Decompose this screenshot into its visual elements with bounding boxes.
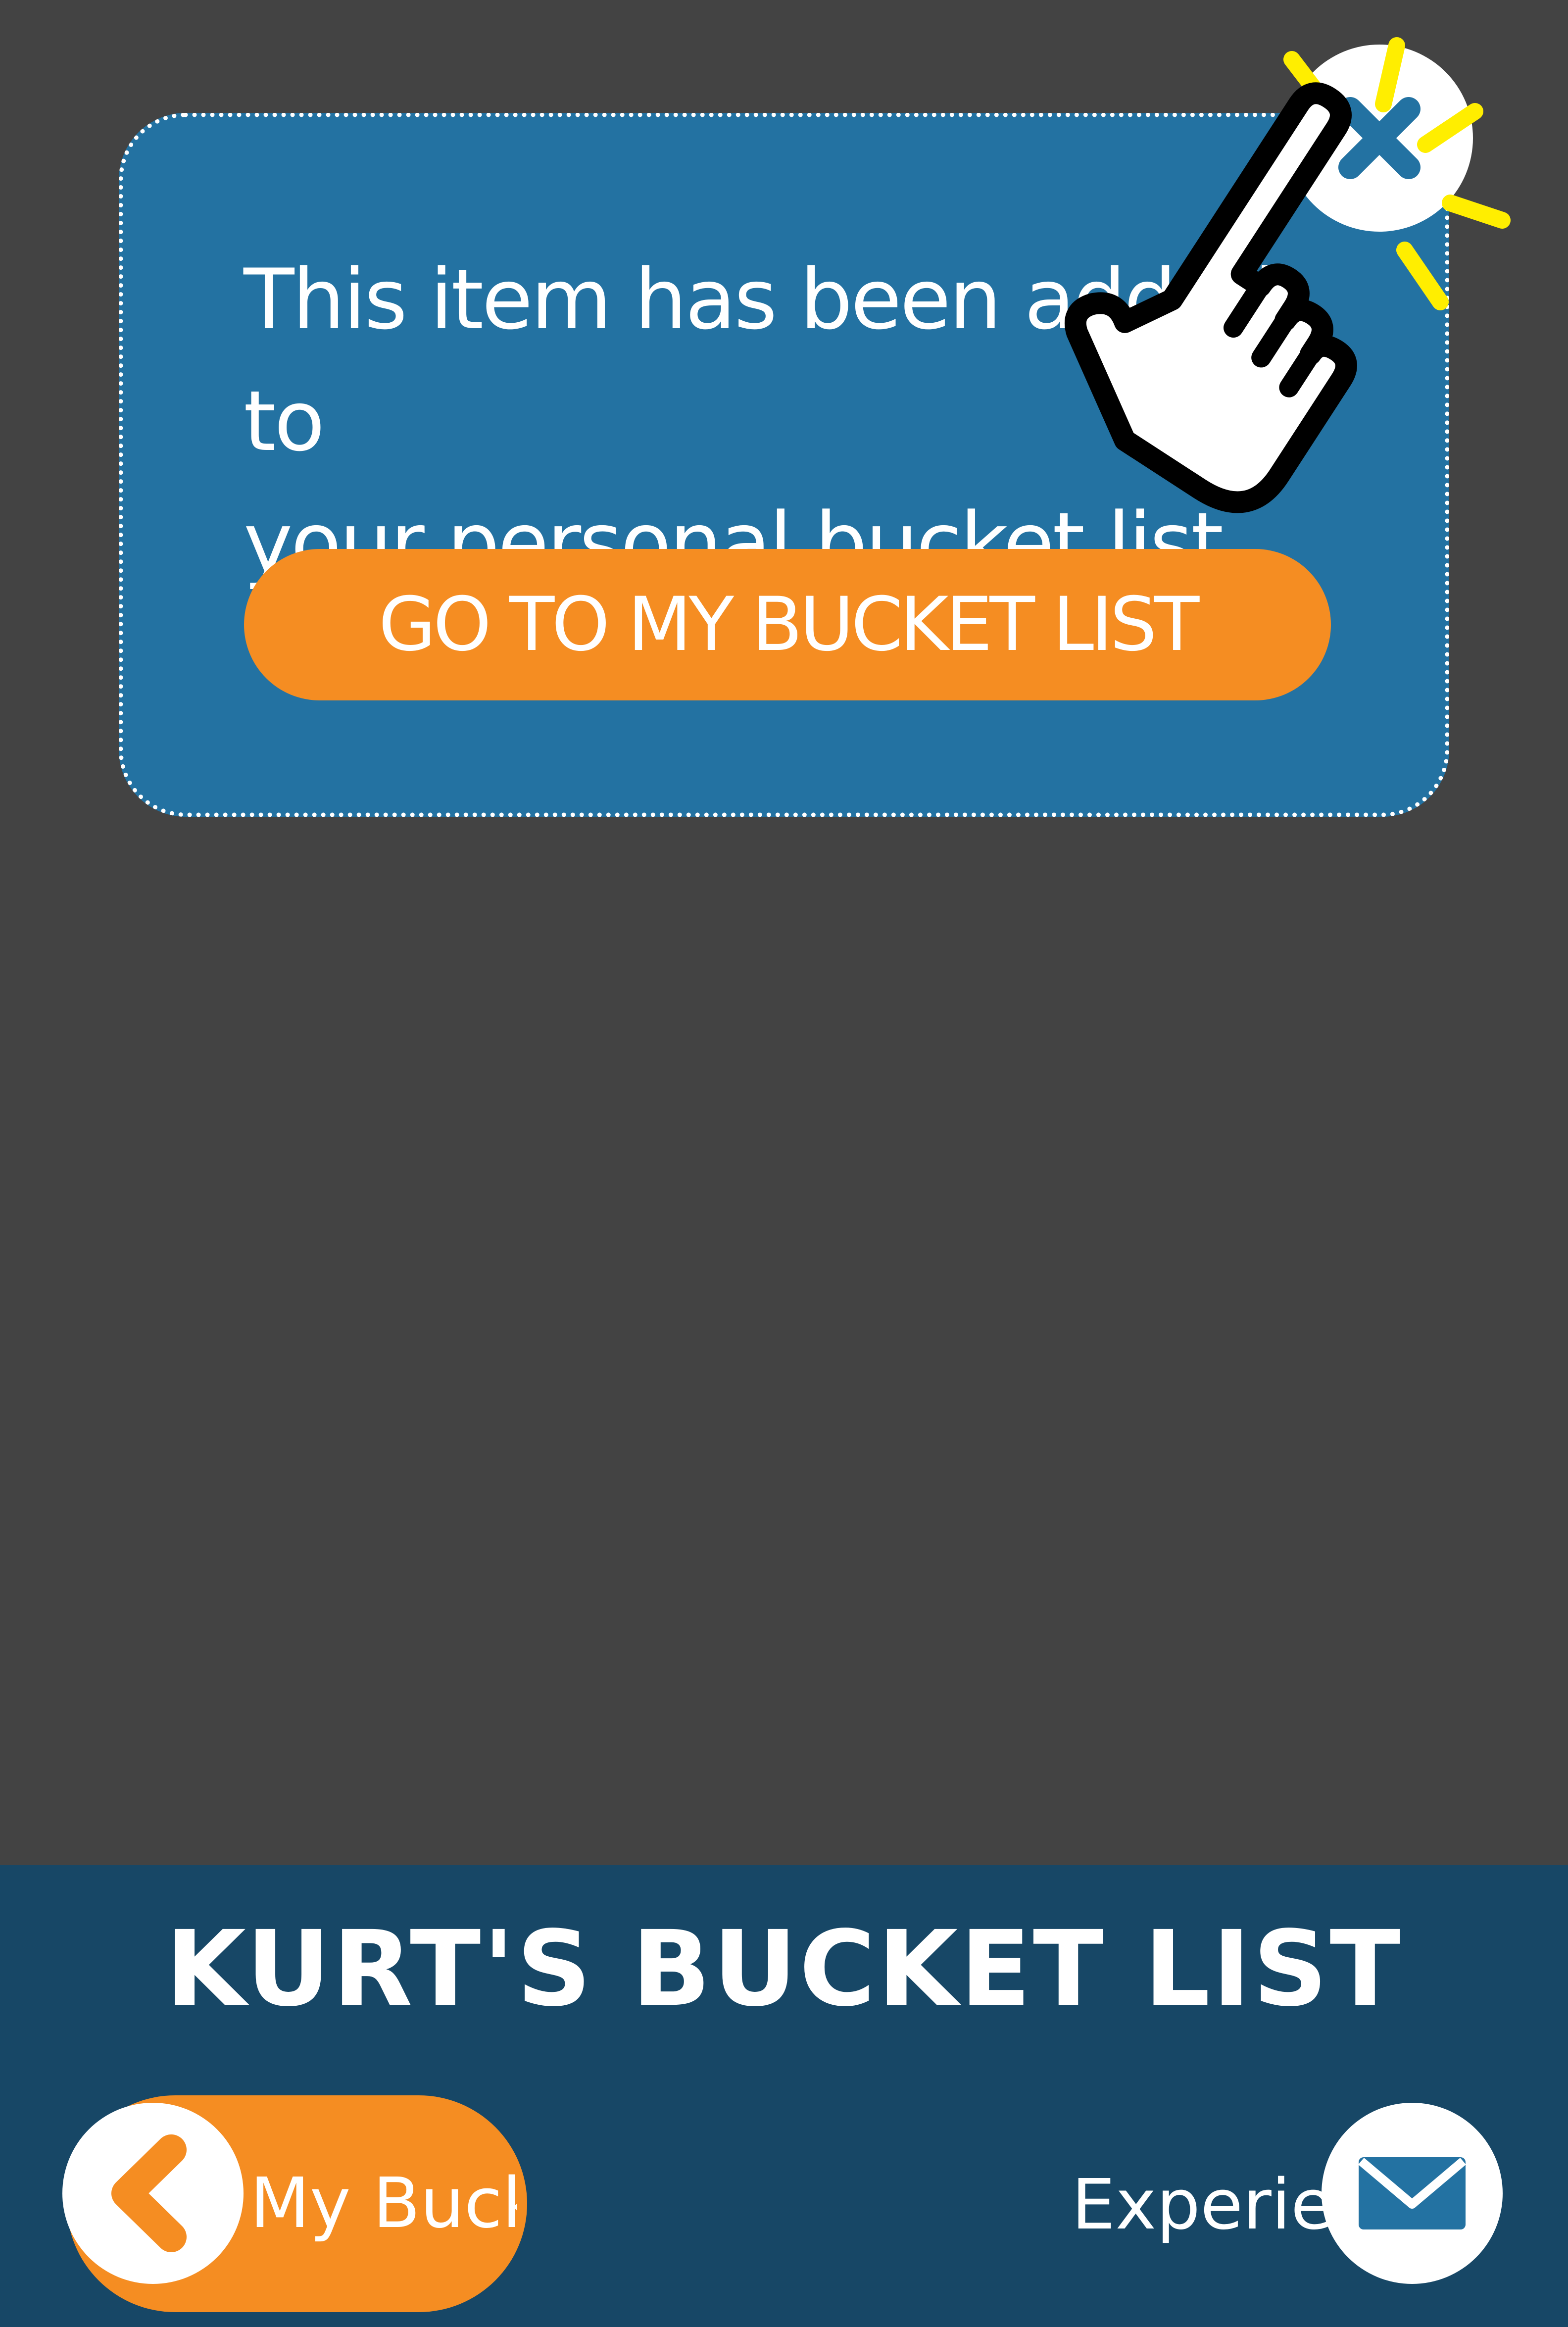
mail-icon [1358,2157,1466,2229]
back-button[interactable] [62,2103,244,2284]
chevron-left-icon [111,2134,187,2252]
popup-message-line-1: This item has been added to [244,251,1276,470]
experience-link[interactable]: Experience [1072,2151,1329,2260]
close-button[interactable] [1286,45,1473,232]
go-to-bucket-list-button[interactable]: GO TO MY BUCKET LIST [244,549,1331,700]
my-bucket-list-label: My Bucket List [250,2163,517,2244]
added-to-bucket-list-popup: This item has been added to your persona… [119,113,1449,817]
mail-button[interactable] [1322,2103,1503,2284]
close-icon [1338,97,1421,179]
brand-title: KURT'S BUCKET LIST [165,1908,1403,2030]
